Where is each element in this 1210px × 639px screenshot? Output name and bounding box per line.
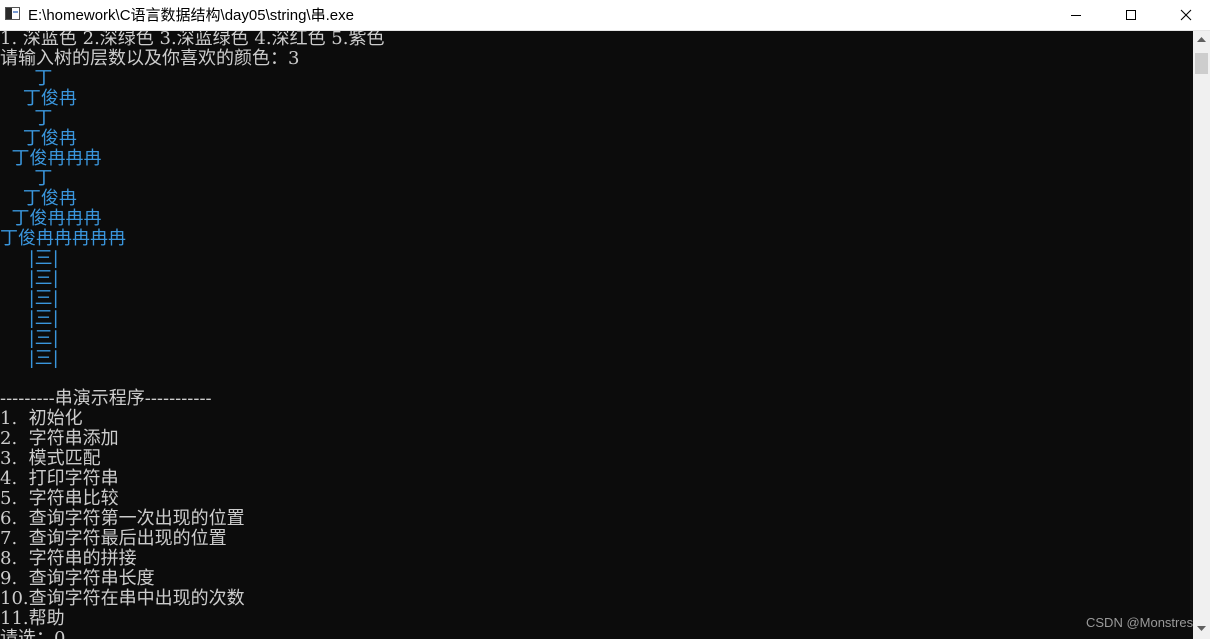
console-line: 丁俊冉冉冉 <box>0 148 102 169</box>
console-line: 丁 <box>0 168 53 189</box>
console-line: 请选：0 <box>0 628 66 639</box>
console-line: 丁俊冉冉冉 <box>0 208 102 229</box>
console-line: 1. 深蓝色 2.深绿色 3.深蓝绿色 4.深红色 5.紫色 <box>0 31 385 49</box>
console-line: |三| <box>0 288 59 309</box>
console-line: |三| <box>0 308 59 329</box>
console-line: 7. 查询字符最后出现的位置 <box>0 528 227 549</box>
console-line: 9. 查询字符串长度 <box>0 568 155 589</box>
minimize-icon <box>1070 15 1081 16</box>
console-line: 3. 模式匹配 <box>0 448 101 469</box>
console-line: 丁俊冉 <box>0 188 77 209</box>
vertical-scrollbar[interactable] <box>1193 31 1210 639</box>
console-line: |三| <box>0 328 59 349</box>
console-line: 5. 字符串比较 <box>0 488 119 509</box>
scroll-up-button[interactable] <box>1193 31 1210 48</box>
scroll-down-arrow-icon <box>1197 625 1206 631</box>
scroll-up-arrow-icon <box>1197 36 1206 42</box>
console-line: 丁 <box>0 108 53 129</box>
console-line: 6. 查询字符第一次出现的位置 <box>0 508 245 529</box>
close-button[interactable] <box>1158 0 1210 30</box>
console-output[interactable]: 1. 深蓝色 2.深绿色 3.深蓝绿色 4.深红色 5.紫色 请输入树的层数以及你… <box>0 31 1193 639</box>
console-line: 8. 字符串的拼接 <box>0 548 137 569</box>
console-line: |三| <box>0 248 59 269</box>
console-line: 请输入树的层数以及你喜欢的颜色：3 <box>0 48 300 69</box>
console-line: 丁俊冉 <box>0 88 77 109</box>
console-line: 丁俊冉冉冉冉冉 <box>0 228 126 249</box>
console-line: 11.帮助 <box>0 608 65 629</box>
console-line: |三| <box>0 268 59 289</box>
console-line: |三| <box>0 348 59 369</box>
watermark: CSDN @Monstres <box>1086 615 1194 630</box>
close-icon <box>1180 9 1191 21</box>
console-line: 4. 打印字符串 <box>0 468 119 489</box>
maximize-icon <box>1125 10 1136 20</box>
console-line: ---------串演示程序----------- <box>0 388 212 409</box>
console-line: 1. 初始化 <box>0 408 83 429</box>
scrollbar-thumb[interactable] <box>1195 53 1208 74</box>
title-bar[interactable]: E:\homework\C语言数据结构\day05\string\串.exe <box>0 0 1210 31</box>
console-window: E:\homework\C语言数据结构\day05\string\串.exe 1… <box>0 0 1210 639</box>
console-line: 丁俊冉 <box>0 128 77 149</box>
maximize-button[interactable] <box>1103 0 1158 30</box>
scroll-down-button[interactable] <box>1193 620 1210 637</box>
console-app-icon <box>5 7 20 20</box>
window-title: E:\homework\C语言数据结构\day05\string\串.exe <box>28 7 354 24</box>
console-line: 10.查询字符在串中出现的次数 <box>0 588 245 609</box>
console-line: 2. 字符串添加 <box>0 428 119 449</box>
console-line: 丁 <box>0 68 53 89</box>
minimize-button[interactable] <box>1048 0 1103 30</box>
